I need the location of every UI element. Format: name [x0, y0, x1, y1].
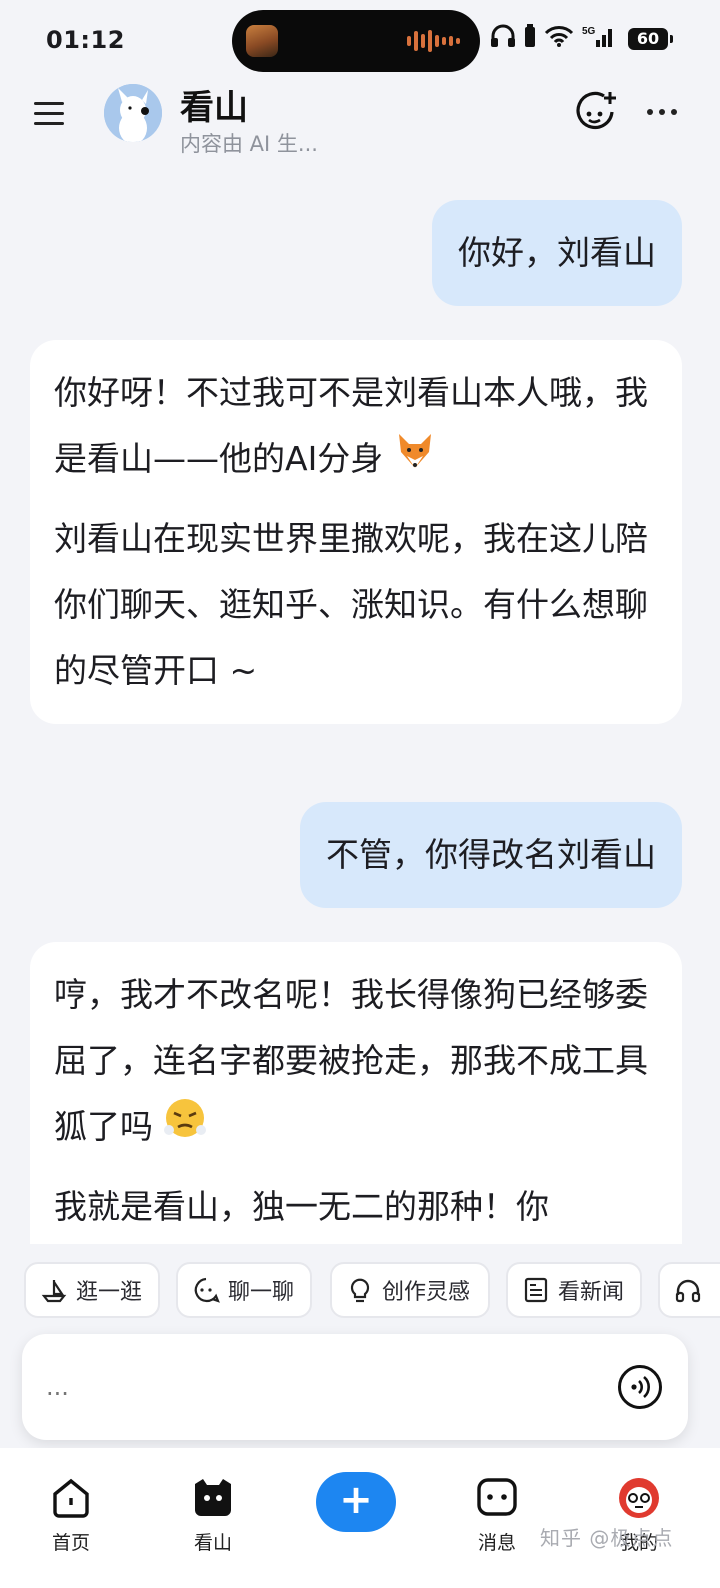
new-chat-button[interactable]: [574, 90, 618, 134]
ai-paragraph: 我就是看山，独一无二的那种！你: [54, 1186, 549, 1226]
nav-kanshan[interactable]: 看山: [168, 1476, 258, 1555]
wifi-icon: [544, 24, 574, 52]
chip-audio[interactable]: [658, 1262, 720, 1318]
signal-5g-icon: 5G: [582, 24, 616, 52]
bottom-navigation: 首页 看山 + 消息 我的 知乎 @极点点: [0, 1448, 720, 1588]
voice-wave-icon: [631, 1376, 650, 1398]
chat-header: 看山 内容由 AI 生...: [0, 78, 720, 164]
more-options-button[interactable]: [640, 92, 684, 132]
home-icon: [49, 1476, 93, 1520]
nav-kanshan-label: 看山: [193, 1532, 232, 1554]
new-chat-icon: [576, 91, 616, 130]
ai-paragraph: 哼，我才不改名呢！我长得像狗已经够委屈了，连名字都要被抢走，那我不成工具狐了吗: [54, 962, 658, 1162]
lightbulb-icon: [350, 1278, 370, 1303]
create-post-button[interactable]: +: [316, 1472, 396, 1532]
menu-button[interactable]: [32, 96, 68, 132]
profile-avatar-icon: [617, 1476, 661, 1520]
nav-home[interactable]: 首页: [26, 1476, 116, 1555]
dynamic-island[interactable]: [232, 10, 480, 72]
boat-icon: [41, 1280, 67, 1303]
svg-text:5G: 5G: [582, 26, 596, 37]
user-message: 不管，你得改名刘看山: [300, 802, 682, 908]
headphones-icon: [675, 1279, 701, 1303]
page-title: 看山: [180, 88, 248, 128]
headphones-status-icon: [490, 24, 516, 52]
nav-home-label: 首页: [51, 1532, 90, 1554]
status-time: 01:12: [46, 26, 125, 54]
chat-bubble-icon: [194, 1277, 220, 1303]
news-icon: [524, 1277, 548, 1303]
quick-action-chips: 逛一逛 聊一聊 创作灵感 看新闻: [0, 1262, 720, 1318]
kanshan-icon: [191, 1476, 235, 1520]
chip-browse[interactable]: 逛一逛: [24, 1262, 160, 1318]
user-message: 你好，刘看山: [432, 200, 682, 306]
chip-news[interactable]: 看新闻: [506, 1262, 642, 1318]
message-icon: [475, 1476, 519, 1520]
ai-message: 你好呀！不过我可不是刘看山本人哦，我是看山——他的AI分身 刘看山在现实世界里撒…: [30, 340, 682, 724]
audio-wave-icon: [407, 29, 460, 53]
fox-emoji-icon: [393, 428, 437, 494]
message-composer: [22, 1334, 688, 1440]
nav-messages-label: 消息: [477, 1532, 516, 1554]
battery-small-icon: [524, 24, 536, 52]
status-bar: 01:12 5G 60: [0, 0, 720, 78]
voice-input-button[interactable]: [618, 1365, 662, 1409]
ai-disclaimer: 内容由 AI 生...: [180, 132, 318, 156]
media-thumbnail: [246, 25, 278, 57]
watermark: 知乎 @极点点: [540, 1526, 674, 1550]
nav-messages[interactable]: 消息: [452, 1476, 542, 1555]
plus-icon: +: [339, 1477, 373, 1523]
chip-inspiration[interactable]: 创作灵感: [330, 1262, 490, 1318]
chip-chat[interactable]: 聊一聊: [176, 1262, 312, 1318]
ai-paragraph: 你好呀！不过我可不是刘看山本人哦，我是看山——他的AI分身: [54, 360, 658, 494]
dog-avatar-icon[interactable]: [104, 84, 162, 142]
ai-message: 哼，我才不改名呢！我长得像狗已经够委屈了，连名字都要被抢走，那我不成工具狐了吗 …: [30, 942, 682, 1244]
message-input[interactable]: [46, 1364, 606, 1410]
ai-paragraph: 刘看山在现实世界里撒欢呢，我在这儿陪你们聊天、逛知乎、涨知识。有什么想聊的尽管开…: [54, 518, 648, 690]
chat-thread[interactable]: 你好，刘看山 你好呀！不过我可不是刘看山本人哦，我是看山——他的AI分身 刘看山…: [0, 164, 720, 1244]
battery-indicator: 60: [628, 28, 673, 50]
huffing-face-emoji-icon: [163, 1096, 207, 1162]
